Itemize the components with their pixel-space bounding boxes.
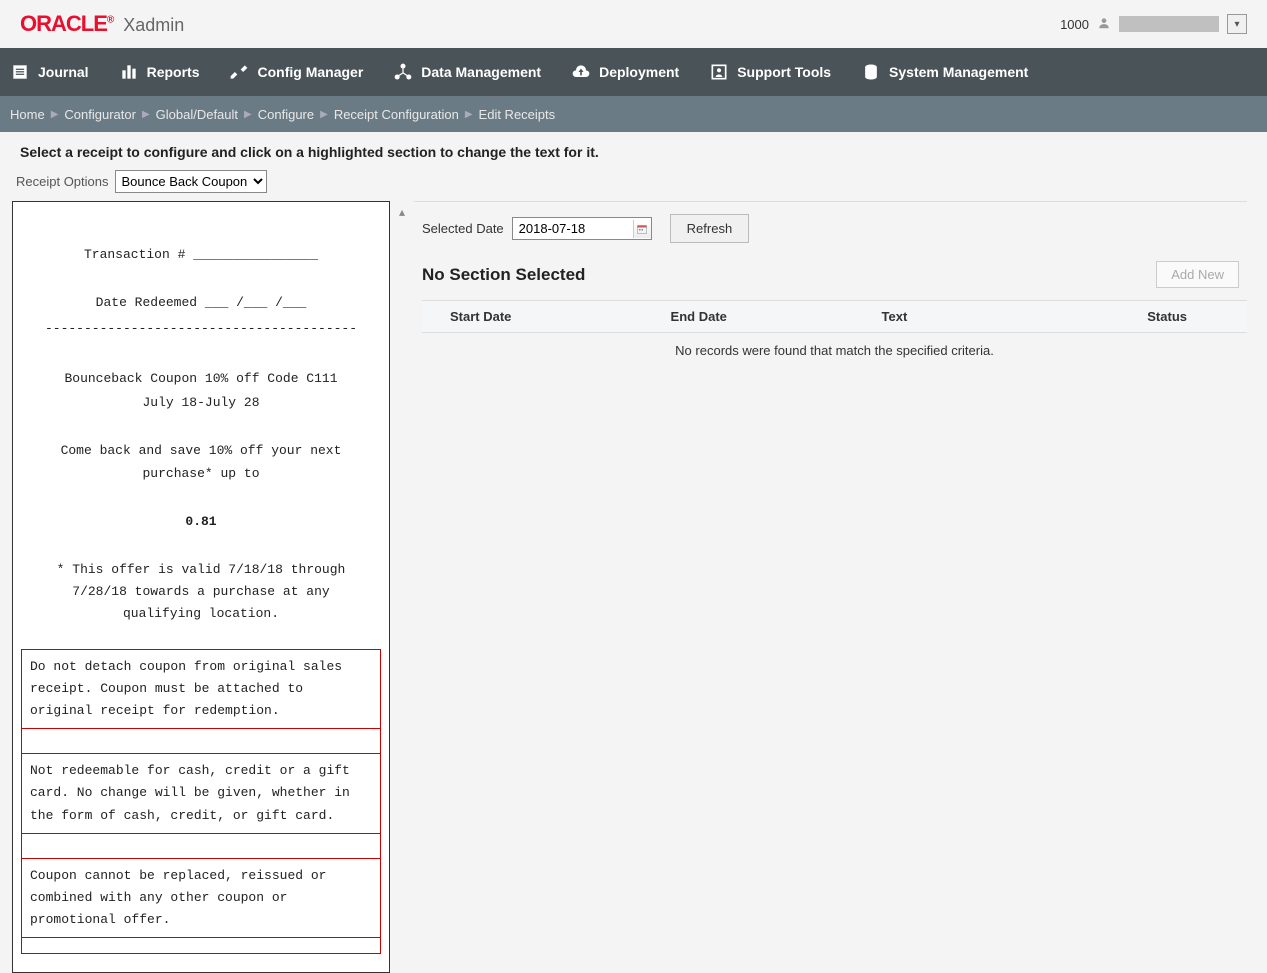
top-bar: ORACLE® Xadmin 1000 ▾ xyxy=(0,0,1267,48)
breadcrumb: Home ▶ Configurator ▶ Global/Default ▶ C… xyxy=(0,96,1267,132)
receipt-preview: Transaction # ________________ Date Rede… xyxy=(12,201,390,973)
nav-item-config[interactable]: Config Manager xyxy=(229,62,363,82)
crumb-edit-receipts[interactable]: Edit Receipts xyxy=(479,107,556,122)
transaction-blank: ________________ xyxy=(193,247,318,262)
user-icon xyxy=(1097,16,1111,33)
calendar-icon[interactable] xyxy=(633,220,651,238)
coupon-title: Bounceback Coupon 10% off Code C111 xyxy=(21,368,381,390)
user-code: 1000 xyxy=(1060,17,1089,32)
reports-icon xyxy=(119,62,139,82)
nav-item-journal[interactable]: Journal xyxy=(10,62,89,82)
divider-line: ---------------------------------------- xyxy=(21,318,381,340)
nav-label: Config Manager xyxy=(257,64,363,80)
chevron-right-icon: ▶ xyxy=(142,109,150,120)
nav-label: Reports xyxy=(147,64,200,80)
user-area: 1000 ▾ xyxy=(1060,14,1247,34)
section-title: No Section Selected xyxy=(422,265,585,285)
editable-spacer[interactable] xyxy=(21,834,381,858)
section-title-row: No Section Selected Add New xyxy=(422,261,1247,288)
journal-icon xyxy=(10,62,30,82)
editable-spacer[interactable] xyxy=(21,729,381,753)
add-new-button[interactable]: Add New xyxy=(1156,261,1239,288)
receipt-preview-panel: Transaction # ________________ Date Rede… xyxy=(20,201,390,973)
col-text: Text xyxy=(854,301,1008,333)
coupon-dates: July 18-July 28 xyxy=(21,392,381,414)
instruction-text: Select a receipt to configure and click … xyxy=(20,144,1247,160)
crumb-configure[interactable]: Configure xyxy=(258,107,314,122)
nav-item-data[interactable]: Data Management xyxy=(393,62,541,82)
transaction-line: Transaction # ________________ xyxy=(21,244,381,266)
nav-item-support[interactable]: Support Tools xyxy=(709,62,831,82)
system-icon xyxy=(861,62,881,82)
coupon-desc: Come back and save 10% off your next pur… xyxy=(21,440,381,484)
deploy-icon xyxy=(571,62,591,82)
brand: ORACLE® Xadmin xyxy=(20,11,184,37)
transaction-label: Transaction # xyxy=(84,247,185,262)
date-redeemed-line: Date Redeemed ___ /___ /___ xyxy=(21,292,381,314)
table-header-row: Start Date End Date Text Status xyxy=(422,301,1247,333)
chevron-right-icon: ▶ xyxy=(244,109,252,120)
config-icon xyxy=(229,62,249,82)
col-status: Status xyxy=(1007,301,1247,333)
receipt-options-select[interactable]: Bounce Back Coupon xyxy=(115,170,267,193)
nav-item-reports[interactable]: Reports xyxy=(119,62,200,82)
nav-label: System Management xyxy=(889,64,1028,80)
receipt-options-label: Receipt Options xyxy=(16,174,109,189)
editable-section-1[interactable]: Do not detach coupon from original sales… xyxy=(21,649,381,729)
nav-item-system[interactable]: System Management xyxy=(861,62,1028,82)
editable-section-3[interactable]: Coupon cannot be replaced, reissued or c… xyxy=(21,858,381,938)
editable-spacer[interactable] xyxy=(21,938,381,954)
nav-label: Data Management xyxy=(421,64,541,80)
split-layout: Transaction # ________________ Date Rede… xyxy=(20,201,1247,973)
main-nav: Journal Reports Config Manager Data Mana… xyxy=(0,48,1267,96)
chevron-right-icon: ▶ xyxy=(51,109,59,120)
receipt-options-row: Receipt Options Bounce Back Coupon xyxy=(16,170,1247,193)
section-data-table: Start Date End Date Text Status No recor… xyxy=(422,300,1247,368)
section-details-panel: Selected Date Refresh No Section Selecte… xyxy=(414,201,1247,973)
empty-row: No records were found that match the spe… xyxy=(422,333,1247,369)
crumb-home[interactable]: Home xyxy=(10,107,45,122)
empty-message: No records were found that match the spe… xyxy=(422,333,1247,369)
selected-date-row: Selected Date Refresh xyxy=(422,214,1247,243)
coupon-disclaimer: * This offer is valid 7/18/18 through 7/… xyxy=(21,559,381,625)
scroll-gutter: ▴ xyxy=(390,201,414,973)
crumb-global[interactable]: Global/Default xyxy=(156,107,238,122)
data-icon xyxy=(393,62,413,82)
crumb-receipt-config[interactable]: Receipt Configuration xyxy=(334,107,459,122)
user-name-placeholder xyxy=(1119,16,1219,32)
col-end-date: End Date xyxy=(643,301,854,333)
col-start-date: Start Date xyxy=(422,301,643,333)
scroll-up-icon[interactable]: ▴ xyxy=(399,205,405,219)
chevron-right-icon: ▶ xyxy=(465,109,473,120)
crumb-configurator[interactable]: Configurator xyxy=(64,107,136,122)
nav-label: Support Tools xyxy=(737,64,831,80)
chevron-right-icon: ▶ xyxy=(320,109,328,120)
refresh-button[interactable]: Refresh xyxy=(670,214,750,243)
editable-section-2[interactable]: Not redeemable for cash, credit or a gif… xyxy=(21,753,381,833)
nav-item-deployment[interactable]: Deployment xyxy=(571,62,679,82)
content: Select a receipt to configure and click … xyxy=(0,132,1267,973)
app-name: Xadmin xyxy=(123,15,184,36)
nav-label: Journal xyxy=(38,64,89,80)
nav-label: Deployment xyxy=(599,64,679,80)
selected-date-label: Selected Date xyxy=(422,221,504,236)
logo-text: ORACLE xyxy=(20,11,107,36)
date-input-wrap xyxy=(512,217,652,240)
support-icon xyxy=(709,62,729,82)
selected-date-input[interactable] xyxy=(513,218,633,239)
logo-reg: ® xyxy=(107,15,113,26)
oracle-logo: ORACLE® xyxy=(20,11,113,37)
coupon-amount: 0.81 xyxy=(21,511,381,533)
user-dropdown-toggle[interactable]: ▾ xyxy=(1227,14,1247,34)
